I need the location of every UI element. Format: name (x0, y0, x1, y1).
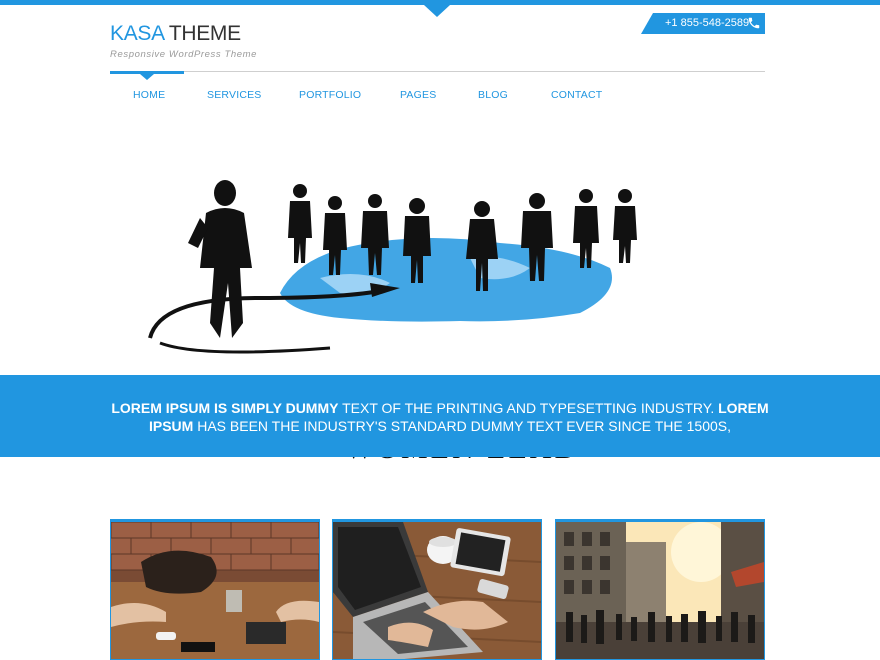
nav-item-pages[interactable]: PAGES (400, 89, 436, 101)
nav-item-services[interactable]: SERVICES (207, 89, 262, 101)
feature-card-2[interactable] (332, 519, 542, 660)
intro-banner: LOREM IPSUM IS SIMPLY DUMMY TEXT OF THE … (0, 375, 880, 457)
active-nav-notch (140, 74, 154, 80)
phone-number: +1 855-548-2589 (665, 17, 750, 29)
feature-card-3[interactable] (555, 519, 765, 660)
intro-normal-2: HAS BEEN THE INDUSTRY'S STANDARD DUMMY T… (193, 418, 731, 434)
nav-item-portfolio[interactable]: PORTFOLIO (299, 89, 361, 101)
nav-item-contact[interactable]: CONTACT (551, 89, 602, 101)
site-tagline: Responsive WordPress Theme (110, 49, 258, 60)
site-title-part1: KASA (110, 22, 164, 45)
intro-normal-1: TEXT OF THE PRINTING AND TYPESETTING IND… (338, 400, 719, 416)
cafe-table-meeting-photo (111, 522, 319, 659)
intro-banner-text: LOREM IPSUM IS SIMPLY DUMMY TEXT OF THE … (100, 399, 780, 435)
hero-illustration (148, 180, 637, 354)
header-divider (110, 71, 765, 72)
city-street-crowd-photo (556, 522, 764, 659)
site-title[interactable]: KASA THEME (110, 22, 257, 46)
intro-bold-1: LOREM IPSUM IS SIMPLY DUMMY (111, 400, 339, 416)
nav-item-home[interactable]: HOME (133, 89, 165, 101)
site-logo[interactable]: KASA THEME Responsive WordPress Theme (110, 22, 257, 60)
site-title-part2: THEME (168, 22, 241, 45)
hero-section: WOMEN LEAD (0, 118, 880, 465)
feature-card-1[interactable] (110, 519, 320, 660)
top-accent-notch (424, 5, 450, 17)
nav-item-blog[interactable]: BLOG (478, 89, 508, 101)
laptop-typing-photo (333, 522, 541, 659)
phone-badge[interactable]: +1 855-548-2589 (641, 13, 765, 34)
phone-icon (748, 17, 760, 29)
main-nav: HOME SERVICES PORTFOLIO PAGES BLOG CONTA… (0, 89, 880, 103)
